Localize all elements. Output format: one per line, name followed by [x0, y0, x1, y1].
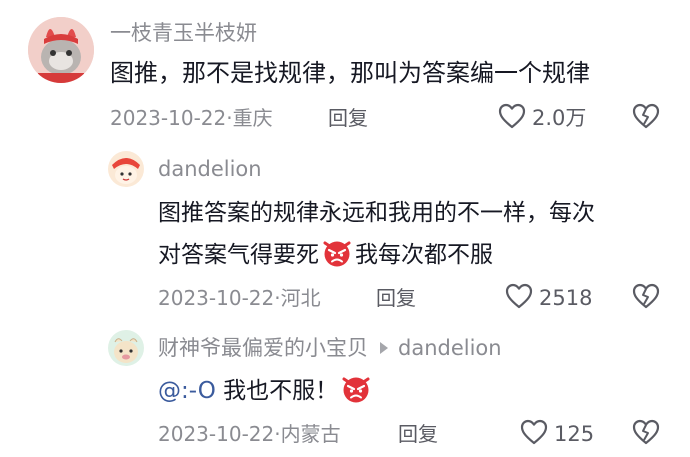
reply-to-username[interactable]: dandelion	[398, 336, 502, 360]
cartoon-avatar-image	[108, 151, 144, 187]
dislike-button[interactable]	[632, 283, 660, 313]
reply-meta: 2023-10-22·河北	[158, 285, 321, 311]
reply-button[interactable]: 回复	[398, 421, 438, 447]
reply-location: 河北	[280, 286, 321, 310]
reply-header: 财神爷最偏爱的小宝贝 dandelion	[158, 335, 502, 361]
dislike-heart-icon	[632, 419, 660, 449]
like-count: 2.0万	[532, 106, 587, 130]
comment-text: 图推，那不是找规律，那叫为答案编一个规律	[110, 59, 590, 87]
reply-username[interactable]: 财神爷最偏爱的小宝贝	[158, 336, 368, 360]
reply-meta: 2023-10-22·内蒙古	[158, 421, 341, 447]
avatar[interactable]	[108, 151, 144, 187]
like-button[interactable]: 125	[520, 419, 594, 449]
like-button[interactable]: 2.0万	[498, 103, 586, 133]
reply-text: @:-O 我也不服！	[158, 371, 374, 417]
reply-text-line-1: 图推答案的规律永远和我用的不一样，每次	[158, 200, 595, 226]
cat-avatar-image	[28, 17, 94, 83]
comment-date: 2023-10-22	[110, 106, 227, 130]
reply-text-part: 对答案气得要死	[158, 242, 319, 268]
dislike-button[interactable]	[632, 419, 660, 449]
reply-button[interactable]: 回复	[376, 285, 416, 311]
reply-location: 内蒙古	[280, 422, 341, 446]
reply-text-line-2: 对答案气得要死 我每次都不服	[158, 235, 493, 281]
heart-outline-icon	[498, 103, 526, 133]
dislike-heart-icon	[632, 283, 660, 313]
reply-text-part: 我也不服！	[223, 378, 339, 404]
reply-button[interactable]: 回复	[328, 105, 368, 131]
dislike-heart-icon	[632, 103, 660, 133]
avatar[interactable]	[108, 330, 144, 366]
angry-face-emoji	[322, 239, 352, 281]
like-count: 2518	[539, 286, 593, 310]
heart-outline-icon	[505, 283, 533, 313]
reply-username[interactable]: dandelion	[158, 156, 262, 182]
avatar[interactable]	[28, 17, 94, 83]
reply-arrow-icon	[380, 342, 388, 354]
reply-text-part: 我每次都不服	[355, 242, 493, 268]
dislike-button[interactable]	[632, 103, 660, 133]
comment-meta: 2023-10-22·重庆	[110, 105, 273, 131]
reply-date: 2023-10-22	[158, 422, 275, 446]
heart-outline-icon	[520, 419, 548, 449]
like-count: 125	[554, 422, 595, 446]
angry-face-emoji	[341, 375, 371, 417]
like-button[interactable]: 2518	[505, 283, 592, 313]
mention-link[interactable]: @:-O	[158, 378, 216, 404]
cartoon-avatar-image	[108, 330, 144, 366]
comment-username[interactable]: 一枝青玉半枝妍	[110, 20, 257, 46]
comment-location: 重庆	[232, 106, 273, 130]
reply-date: 2023-10-22	[158, 286, 275, 310]
